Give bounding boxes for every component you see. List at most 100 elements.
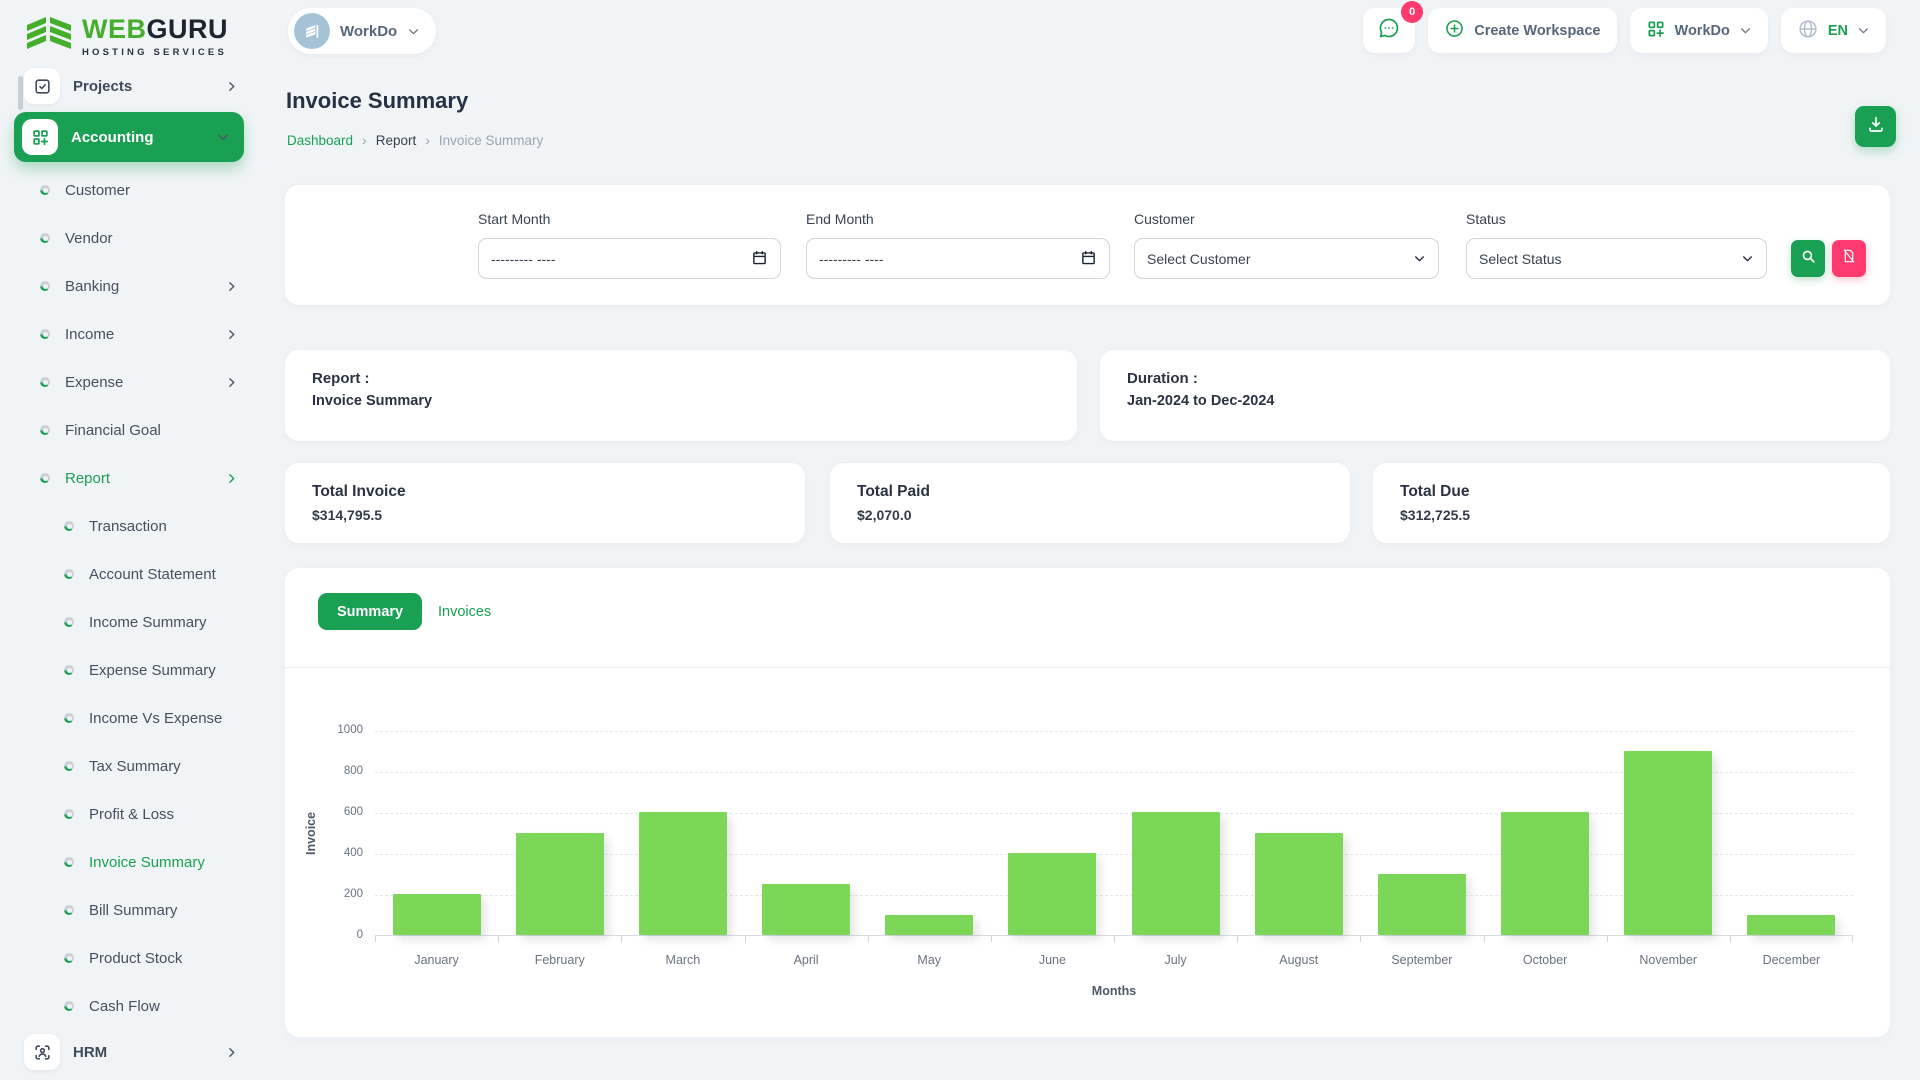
x-axis-tick-label: August <box>1279 953 1319 967</box>
breadcrumb-dashboard[interactable]: Dashboard <box>287 133 353 148</box>
chart-y-axis-title: Invoice <box>304 811 318 856</box>
breadcrumb: Dashboard › Report › Invoice Summary <box>287 132 543 148</box>
create-workspace-button[interactable]: Create Workspace <box>1428 8 1617 53</box>
y-axis-tick-label: 600 <box>343 806 363 818</box>
sidebar-item-income[interactable]: Income <box>0 310 258 358</box>
language-selector[interactable]: EN <box>1780 8 1886 53</box>
workspace-name: WorkDo <box>340 22 398 40</box>
sidebar-item-tax-summary[interactable]: Tax Summary <box>0 742 258 790</box>
donut-bullet-icon <box>40 425 50 435</box>
sidebar-item-customer[interactable]: Customer <box>0 166 258 214</box>
end-month-label: End Month <box>806 211 874 227</box>
chevron-down-icon <box>216 130 230 144</box>
donut-bullet-icon <box>64 953 74 963</box>
sidebar-item-expense[interactable]: Expense <box>0 358 258 406</box>
breadcrumb-separator-icon: › <box>425 132 430 148</box>
app-switcher-button[interactable]: WorkDo <box>1629 8 1768 53</box>
reset-filter-button[interactable] <box>1832 240 1866 277</box>
axis-tick <box>375 936 376 942</box>
duration-value: Jan-2024 to Dec-2024 <box>1127 393 1275 409</box>
sidebar-item-account-statement[interactable]: Account Statement <box>0 550 258 598</box>
customer-select[interactable]: Select Customer <box>1134 238 1439 279</box>
sidebar-item-banking[interactable]: Banking <box>0 262 258 310</box>
sidebar-item-profit-loss[interactable]: Profit & Loss <box>0 790 258 838</box>
invoice-summary-card: Summary Invoices Invoice Months 0 200 400 6… <box>285 568 1890 1037</box>
report-info-card: Report : Invoice Summary <box>285 350 1077 441</box>
x-axis-tick-label: February <box>534 953 585 967</box>
breadcrumb-separator-icon: › <box>362 132 367 148</box>
brand-logo: WEBGURU HOSTING SERVICES <box>26 12 228 59</box>
grid-plus-icon <box>1646 19 1666 43</box>
status-select[interactable]: Select Status <box>1466 238 1767 279</box>
end-month-input[interactable]: --------- ---- <box>806 238 1110 279</box>
donut-bullet-icon <box>40 233 50 243</box>
building-icon <box>294 13 330 49</box>
end-month-placeholder: --------- ---- <box>819 250 884 267</box>
report-value: Invoice Summary <box>312 393 433 409</box>
donut-bullet-icon <box>64 617 74 627</box>
x-axis-tick-label: March <box>665 953 701 967</box>
messages-button[interactable]: 0 <box>1363 1 1424 53</box>
bar-october <box>1501 812 1590 935</box>
sidebar-item-financial-goal[interactable]: Financial Goal <box>0 406 258 454</box>
tab-summary[interactable]: Summary <box>318 593 423 630</box>
sidebar-item-expense-summary[interactable]: Expense Summary <box>0 646 258 694</box>
total-paid-value: $2,070.0 <box>857 507 912 523</box>
donut-bullet-icon <box>40 185 50 195</box>
bar-july <box>1131 812 1220 935</box>
axis-tick <box>1606 936 1608 942</box>
sidebar-item-bill-summary[interactable]: Bill Summary <box>0 886 258 934</box>
axis-tick <box>1237 936 1239 942</box>
sidebar-item-income-vs-expense[interactable]: Income Vs Expense <box>0 694 258 742</box>
x-axis-tick-label: October <box>1522 953 1568 967</box>
donut-bullet-icon <box>64 905 74 915</box>
gridline <box>375 731 1853 732</box>
sidebar-item-hrm[interactable]: HRM <box>0 1030 258 1074</box>
tab-invoices[interactable]: Invoices <box>424 593 505 630</box>
workspace-switcher[interactable]: WorkDo <box>288 8 437 54</box>
x-axis-tick-label: June <box>1038 953 1066 967</box>
donut-bullet-icon <box>64 857 74 867</box>
sidebar-item-report[interactable]: Report <box>0 454 258 502</box>
sidebar-item-invoice-summary[interactable]: Invoice Summary <box>0 838 258 886</box>
duration-info-card: Duration : Jan-2024 to Dec-2024 <box>1100 350 1890 441</box>
checkbox-icon <box>24 68 60 104</box>
sidebar-item-projects[interactable]: Projects <box>0 64 258 108</box>
sidebar-item-transaction[interactable]: Transaction <box>0 502 258 550</box>
donut-bullet-icon <box>64 521 74 531</box>
page-title: Invoice Summary <box>286 88 469 113</box>
plus-circle-icon <box>1444 18 1465 43</box>
total-invoice-card: Total Invoice $314,795.5 <box>285 463 805 543</box>
sidebar-item-vendor[interactable]: Vendor <box>0 214 258 262</box>
donut-bullet-icon <box>64 1001 74 1011</box>
chevron-down-icon <box>407 25 420 38</box>
donut-bullet-icon <box>64 665 74 675</box>
report-label: Report : <box>312 370 370 387</box>
axis-tick <box>1360 936 1362 942</box>
calendar-icon <box>1080 249 1097 269</box>
breadcrumb-current: Invoice Summary <box>438 132 544 148</box>
tabs-divider <box>285 667 1890 668</box>
chevron-down-icon <box>1739 24 1752 37</box>
x-axis-tick-label: January <box>414 953 459 967</box>
total-paid-card: Total Paid $2,070.0 <box>830 463 1350 543</box>
chat-bubble-icon <box>1377 16 1401 45</box>
sidebar-item-income-summary[interactable]: Income Summary <box>0 598 258 646</box>
bar-december <box>1747 914 1836 935</box>
sidebar-item-cash-flow[interactable]: Cash Flow <box>0 982 258 1030</box>
sidebar-item-accounting[interactable]: Accounting <box>0 108 258 166</box>
webguru-logo-icon <box>26 12 72 59</box>
apply-filter-button[interactable] <box>1791 240 1825 277</box>
bar-june <box>1008 853 1097 935</box>
total-invoice-label: Total Invoice <box>312 483 406 500</box>
sidebar-item-product-stock[interactable]: Product Stock <box>0 934 258 982</box>
grid-plus-icon <box>22 119 58 155</box>
breadcrumb-report[interactable]: Report <box>376 133 417 148</box>
status-label: Status <box>1466 211 1506 227</box>
bar-february <box>515 832 604 935</box>
bar-september <box>1377 873 1466 935</box>
download-button[interactable] <box>1855 106 1896 147</box>
chevron-down-icon <box>1741 252 1754 265</box>
chevron-down-icon <box>1413 252 1426 265</box>
start-month-input[interactable]: --------- ---- <box>478 238 781 279</box>
